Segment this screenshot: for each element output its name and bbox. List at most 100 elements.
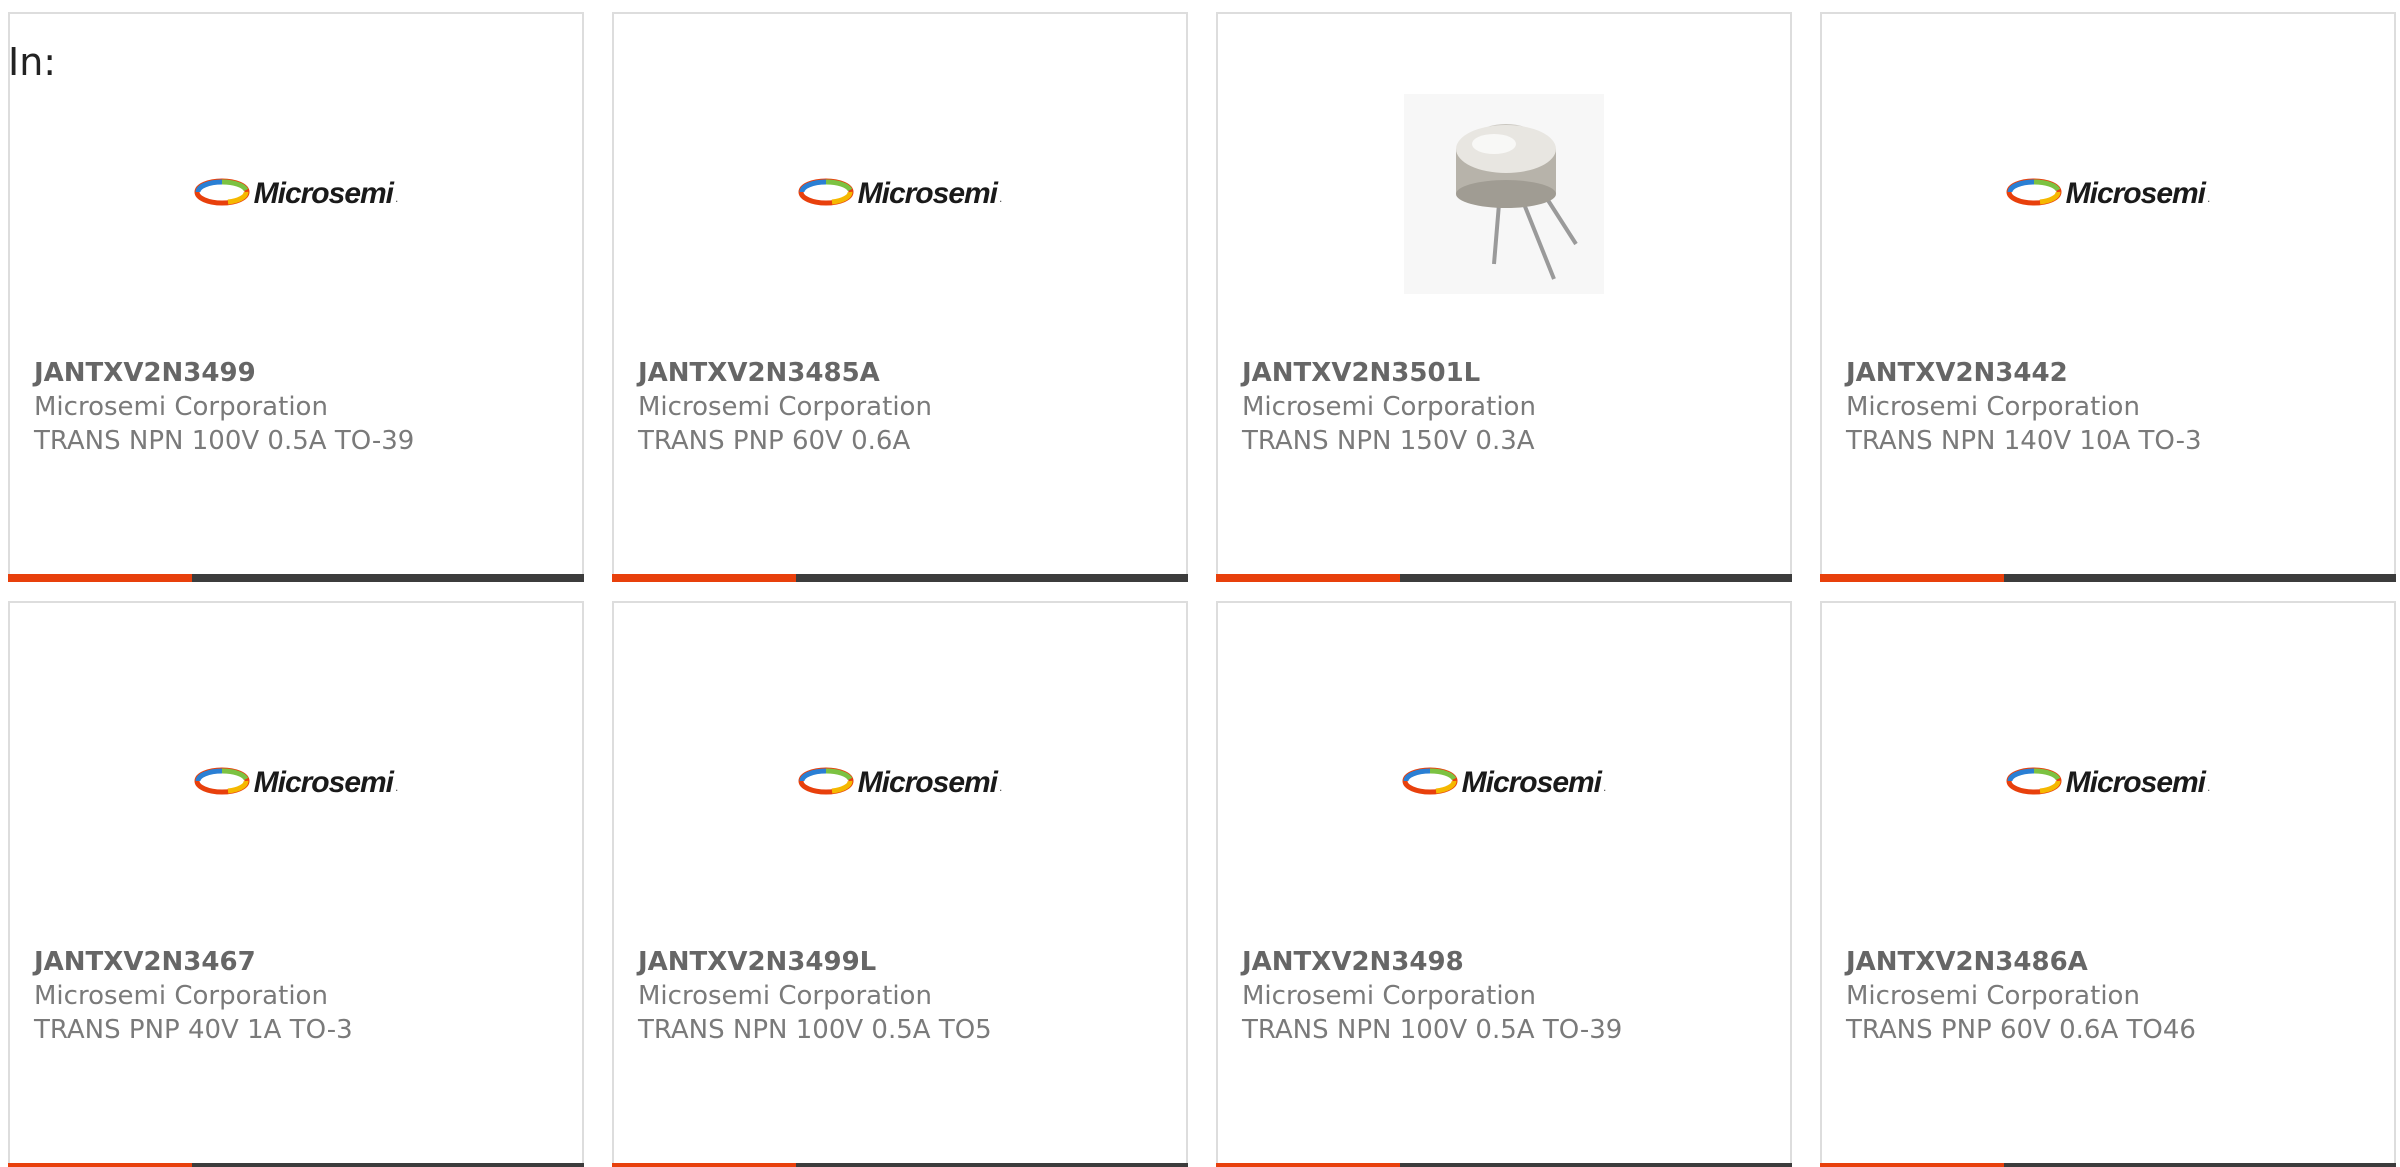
accent-bar-segment <box>612 574 796 582</box>
microsemi-logo-icon <box>2006 177 2062 211</box>
manufacturer-name: Microsemi Corporation <box>1846 392 2140 422</box>
product-info: JANTXV2N3501L Microsemi Corporation TRAN… <box>1242 356 1774 458</box>
microsemi-logo: Microsemi. <box>194 766 399 800</box>
product-info: JANTXV2N3485A Microsemi Corporation TRAN… <box>638 356 1170 458</box>
dark-bar-segment <box>2004 1163 2396 1167</box>
product-media: Microsemi. <box>614 663 1186 903</box>
card-footer-bar <box>612 574 1188 582</box>
microsemi-logo: Microsemi. <box>2006 177 2211 211</box>
card-footer-bar <box>8 574 584 582</box>
logo-text: Microsemi <box>857 766 998 799</box>
logo-dot: . <box>999 780 1003 794</box>
microsemi-logo-icon <box>798 177 854 211</box>
logo-dot: . <box>2207 191 2211 205</box>
product-info: JANTXV2N3486A Microsemi Corporation TRAN… <box>1846 945 2378 1047</box>
part-number[interactable]: JANTXV2N3485A <box>638 356 1170 390</box>
product-card[interactable]: JANTXV2N3501L Microsemi Corporation TRAN… <box>1216 12 1792 582</box>
product-info: JANTXV2N3498 Microsemi Corporation TRANS… <box>1242 945 1774 1047</box>
accent-bar-segment <box>8 574 192 582</box>
product-card[interactable]: Microsemi. JANTXV2N3498 Microsemi Corpor… <box>1216 601 1792 1167</box>
product-media: Microsemi. <box>1218 663 1790 903</box>
part-number[interactable]: JANTXV2N3499L <box>638 945 1170 979</box>
product-info: JANTXV2N3467 Microsemi Corporation TRANS… <box>34 945 566 1047</box>
logo-dot: . <box>395 191 399 205</box>
logo-text: Microsemi <box>2065 177 2206 210</box>
product-description: TRANS NPN 100V 0.5A TO-39 <box>34 426 415 456</box>
part-number[interactable]: JANTXV2N3467 <box>34 945 566 979</box>
product-card[interactable]: Microsemi. JANTXV2N3442 Microsemi Corpor… <box>1820 12 2396 582</box>
accent-bar-segment <box>1820 1163 2004 1167</box>
product-media: Microsemi. <box>1822 74 2394 314</box>
logo-text: Microsemi <box>857 177 998 210</box>
microsemi-logo-icon <box>194 177 250 211</box>
microsemi-logo-icon <box>798 766 854 800</box>
logo-text: Microsemi <box>253 177 394 210</box>
part-number[interactable]: JANTXV2N3501L <box>1242 356 1774 390</box>
product-description: TRANS NPN 100V 0.5A TO5 <box>638 1015 992 1045</box>
filter-in-label: In: <box>8 40 57 84</box>
microsemi-logo: Microsemi. <box>2006 766 2211 800</box>
logo-text: Microsemi <box>253 766 394 799</box>
product-card[interactable]: Microsemi. JANTXV2N3499 Microsemi Corpor… <box>8 12 584 582</box>
product-media: Microsemi. <box>10 663 582 903</box>
part-number[interactable]: JANTXV2N3442 <box>1846 356 2378 390</box>
product-grid-page: In: Microsemi. JANTXV2N3499 Microsemi Co… <box>0 0 2400 1167</box>
logo-dot: . <box>1603 780 1607 794</box>
manufacturer-name: Microsemi Corporation <box>1846 981 2140 1011</box>
card-footer-bar <box>1820 1163 2396 1167</box>
microsemi-logo-icon <box>1402 766 1458 800</box>
microsemi-logo: Microsemi. <box>798 177 1003 211</box>
manufacturer-name: Microsemi Corporation <box>34 392 328 422</box>
microsemi-logo: Microsemi. <box>798 766 1003 800</box>
manufacturer-name: Microsemi Corporation <box>1242 981 1536 1011</box>
product-grid: Microsemi. JANTXV2N3499 Microsemi Corpor… <box>0 0 2400 1167</box>
dark-bar-segment <box>192 1163 584 1167</box>
product-card[interactable]: Microsemi. JANTXV2N3485A Microsemi Corpo… <box>612 12 1188 582</box>
accent-bar-segment <box>1216 574 1400 582</box>
manufacturer-name: Microsemi Corporation <box>638 981 932 1011</box>
logo-dot: . <box>999 191 1003 205</box>
transistor-photo[interactable] <box>1404 94 1604 294</box>
accent-bar-segment <box>1820 574 2004 582</box>
product-info: JANTXV2N3499L Microsemi Corporation TRAN… <box>638 945 1170 1047</box>
microsemi-logo-icon <box>194 766 250 800</box>
product-info: JANTXV2N3442 Microsemi Corporation TRANS… <box>1846 356 2378 458</box>
microsemi-logo: Microsemi. <box>1402 766 1607 800</box>
product-card[interactable]: Microsemi. JANTXV2N3467 Microsemi Corpor… <box>8 601 584 1167</box>
product-description: TRANS NPN 150V 0.3A <box>1242 426 1535 456</box>
logo-dot: . <box>395 780 399 794</box>
card-footer-bar <box>1216 574 1792 582</box>
card-footer-bar <box>1216 1163 1792 1167</box>
product-description: TRANS NPN 140V 10A TO-3 <box>1846 426 2202 456</box>
part-number[interactable]: JANTXV2N3486A <box>1846 945 2378 979</box>
card-footer-bar <box>8 1163 584 1167</box>
dark-bar-segment <box>1400 574 1792 582</box>
product-media: Microsemi. <box>1822 663 2394 903</box>
product-description: TRANS PNP 60V 0.6A TO46 <box>1846 1015 2196 1045</box>
logo-dot: . <box>2207 780 2211 794</box>
part-number[interactable]: JANTXV2N3499 <box>34 356 566 390</box>
product-card[interactable]: Microsemi. JANTXV2N3499L Microsemi Corpo… <box>612 601 1188 1167</box>
card-footer-bar <box>1820 574 2396 582</box>
product-info: JANTXV2N3499 Microsemi Corporation TRANS… <box>34 356 566 458</box>
manufacturer-name: Microsemi Corporation <box>34 981 328 1011</box>
product-media <box>1218 74 1790 314</box>
dark-bar-segment <box>1400 1163 1792 1167</box>
logo-text: Microsemi <box>1461 766 1602 799</box>
accent-bar-segment <box>1216 1163 1400 1167</box>
product-description: TRANS PNP 40V 1A TO-3 <box>34 1015 353 1045</box>
product-card[interactable]: Microsemi. JANTXV2N3486A Microsemi Corpo… <box>1820 601 2396 1167</box>
manufacturer-name: Microsemi Corporation <box>638 392 932 422</box>
dark-bar-segment <box>2004 574 2396 582</box>
product-media: Microsemi. <box>614 74 1186 314</box>
product-description: TRANS NPN 100V 0.5A TO-39 <box>1242 1015 1623 1045</box>
product-description: TRANS PNP 60V 0.6A <box>638 426 911 456</box>
part-number[interactable]: JANTXV2N3498 <box>1242 945 1774 979</box>
product-media: Microsemi. <box>10 74 582 314</box>
dark-bar-segment <box>796 1163 1188 1167</box>
accent-bar-segment <box>612 1163 796 1167</box>
microsemi-logo: Microsemi. <box>194 177 399 211</box>
card-footer-bar <box>612 1163 1188 1167</box>
manufacturer-name: Microsemi Corporation <box>1242 392 1536 422</box>
dark-bar-segment <box>796 574 1188 582</box>
